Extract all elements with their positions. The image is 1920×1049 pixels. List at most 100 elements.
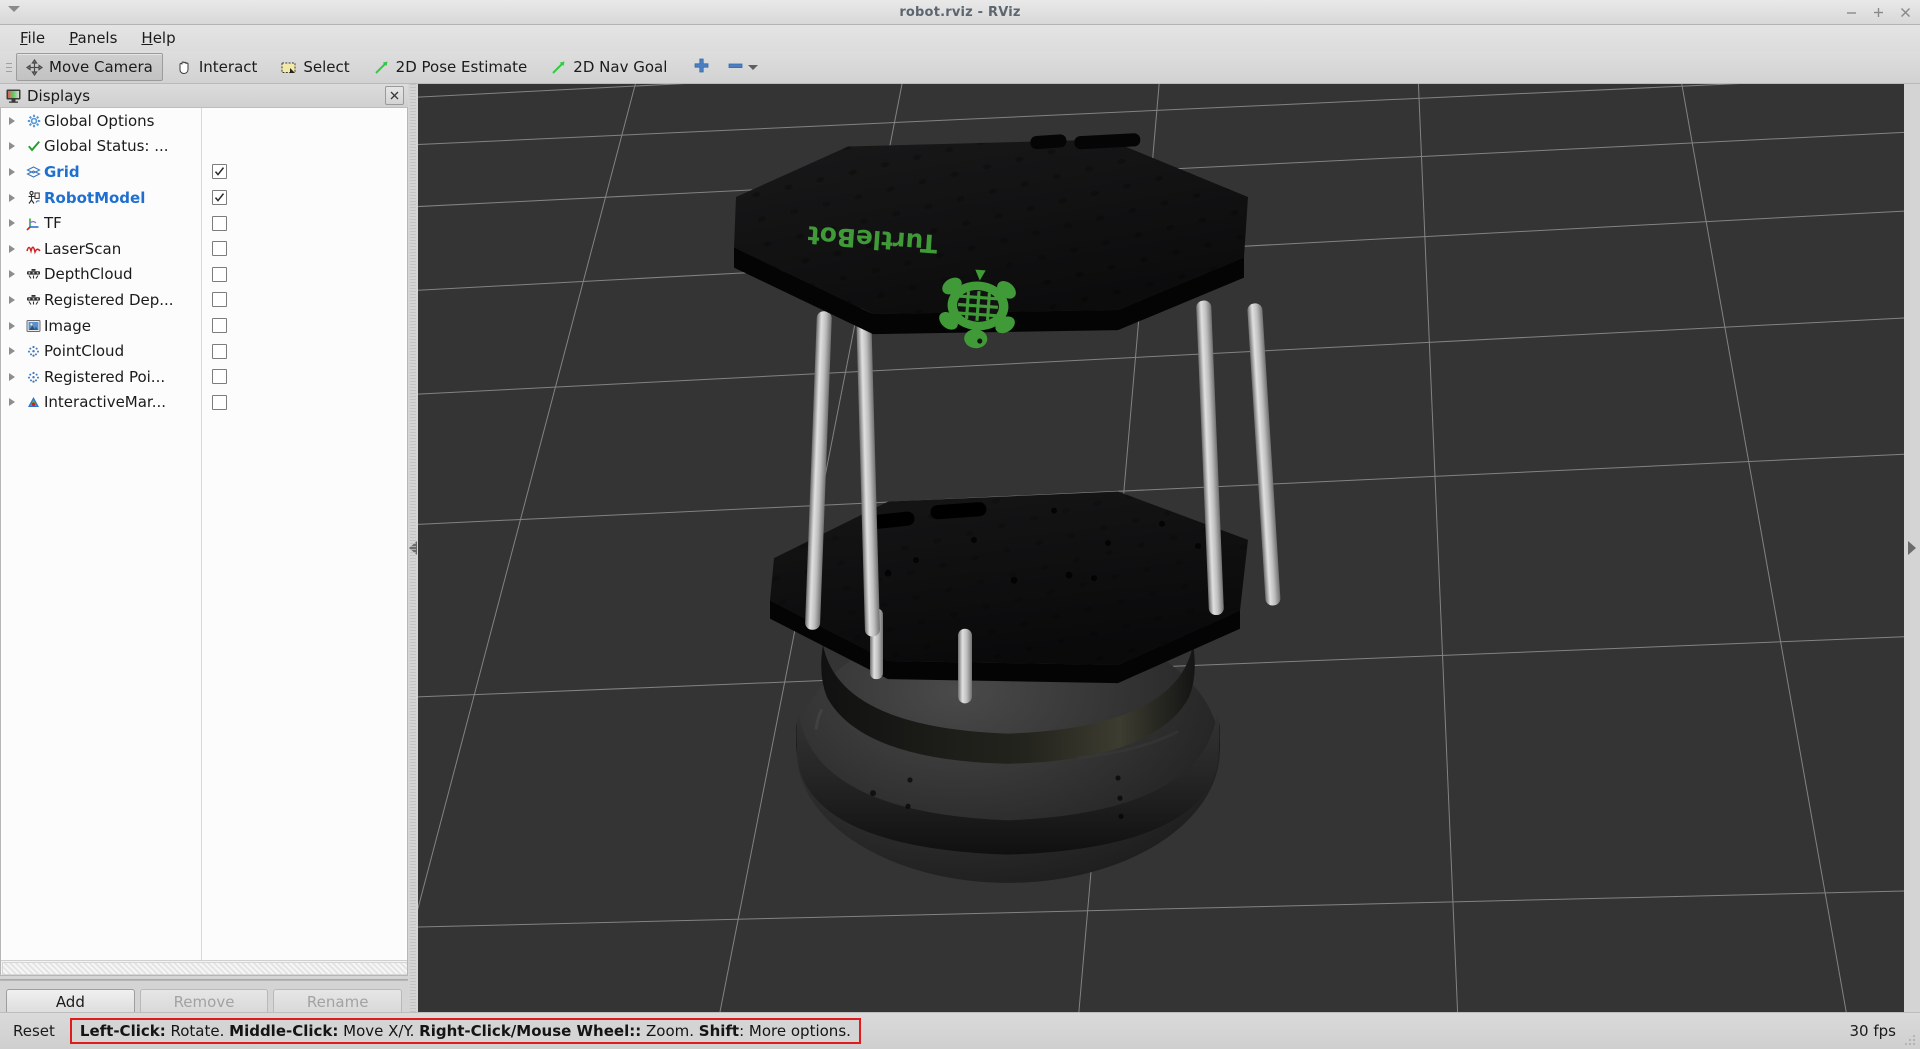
main-area: Displays Global Options Global Status: .… (0, 84, 1920, 1023)
tree-item-pointcloud[interactable]: PointCloud (1, 338, 407, 364)
rviz-window: robot.rviz - RViz File Panels Help Move … (0, 0, 1920, 1049)
tree-item-tf[interactable]: TF (1, 210, 407, 236)
interactive-marker-icon (23, 395, 44, 409)
tree-item-label: Registered Poi... (44, 367, 166, 386)
displays-panel-title: Displays (27, 86, 91, 105)
tree-item-global-options[interactable]: Global Options (1, 108, 407, 134)
plus-icon (693, 57, 710, 78)
hint-shift-label: Shift (698, 1021, 740, 1040)
nav-goal-arrow-icon (550, 59, 567, 76)
scrollbar-thumb[interactable] (2, 962, 407, 975)
checkbox-checked[interactable] (212, 190, 227, 206)
chevron-down-icon[interactable] (748, 64, 759, 70)
expand-right-arrow-icon[interactable] (1908, 541, 1916, 555)
grid-icon (23, 165, 44, 179)
tree-item-image[interactable]: Image (1, 313, 407, 339)
tree-item-label: PointCloud (44, 342, 125, 361)
tool-select[interactable]: Select (270, 53, 359, 81)
tree-item-interactive-markers-checkbox-cell (201, 390, 272, 416)
remove-tool-button[interactable] (723, 54, 762, 80)
mouse-hint-text: Left-Click: Rotate. Middle-Click: Move X… (69, 1017, 861, 1045)
move-camera-icon (26, 58, 43, 76)
checkbox-unchecked[interactable] (212, 369, 227, 385)
hint-left-click-label: Left-Click: (79, 1021, 166, 1040)
tool-move-camera[interactable]: Move Camera (16, 53, 163, 81)
tree-item-robotmodel[interactable]: RobotModel (1, 185, 407, 211)
gear-icon (23, 114, 44, 128)
window-controls (1845, 0, 1912, 24)
expand-arrow-icon[interactable] (1, 219, 23, 228)
expand-arrow-icon[interactable] (1, 167, 23, 176)
displays-dock: Displays Global Options Global Status: .… (0, 84, 408, 1023)
tool-2d-pose-estimate[interactable]: 2D Pose Estimate (363, 53, 538, 81)
tool-interact[interactable]: Interact (166, 53, 268, 81)
menu-file[interactable]: File (10, 26, 55, 50)
menu-help[interactable]: Help (131, 26, 185, 50)
hint-more-options-label: : More options. (739, 1021, 851, 1040)
tree-item-label: TF (44, 214, 62, 233)
tree-item-label: Registered Dep... (44, 290, 174, 309)
checkbox-unchecked[interactable] (212, 241, 227, 257)
depthcloud-icon (23, 268, 44, 280)
expand-arrow-icon[interactable] (1, 142, 23, 151)
add-tool-button[interactable] (689, 54, 714, 80)
close-icon[interactable] (1899, 6, 1912, 19)
interact-hand-icon (176, 59, 193, 76)
displays-panel-header: Displays (0, 84, 408, 108)
right-dock-splitter[interactable] (1904, 84, 1920, 1012)
select-rect-icon (280, 59, 297, 76)
expand-arrow-icon[interactable] (1, 398, 23, 407)
expand-arrow-icon[interactable] (1, 116, 23, 125)
checkmark-icon (23, 139, 44, 153)
hint-move-label: Move X/Y. (338, 1021, 420, 1040)
tree-item-depthcloud[interactable]: DepthCloud (1, 262, 407, 288)
tree-item-registered-depthcloud[interactable]: Registered Dep... (1, 287, 407, 313)
render-canvas[interactable]: TurtleBot (418, 84, 1904, 1012)
tree-item-label: Grid (44, 162, 80, 181)
tool-2d-nav-goal[interactable]: 2D Nav Goal (540, 53, 677, 81)
tree-item-grid-checkbox-cell (201, 159, 272, 185)
expand-arrow-icon[interactable] (1, 295, 23, 304)
tree-item-label: Global Options (44, 111, 155, 130)
tree-item-label: DepthCloud (44, 265, 133, 284)
expand-arrow-icon[interactable] (1, 244, 23, 253)
checkbox-unchecked[interactable] (212, 292, 227, 308)
expand-arrow-icon[interactable] (1, 347, 23, 356)
expand-arrow-icon[interactable] (1, 372, 23, 381)
checkbox-unchecked[interactable] (212, 343, 227, 359)
expand-arrow-icon[interactable] (1, 321, 23, 330)
tree-item-label: InteractiveMar... (44, 393, 167, 412)
expand-arrow-icon[interactable] (1, 270, 23, 279)
tree-item-interactive-markers[interactable]: InteractiveMar... (1, 390, 407, 416)
window-menu-arrow-icon[interactable] (8, 6, 20, 12)
pointcloud-icon (23, 344, 44, 358)
tree-item-label: LaserScan (44, 239, 122, 258)
tree-item-tf-checkbox-cell (201, 210, 272, 236)
displays-tree-horizontal-scrollbar[interactable] (1, 960, 407, 975)
left-dock-splitter[interactable] (408, 84, 418, 1012)
checkbox-unchecked[interactable] (212, 318, 227, 334)
render-viewport-3d[interactable]: TurtleBot (418, 84, 1904, 1012)
minimize-icon[interactable] (1845, 6, 1858, 19)
tree-item-grid[interactable]: Grid (1, 159, 407, 185)
tool-interact-label: Interact (198, 58, 258, 76)
tool-2d-nav-goal-label: 2D Nav Goal (573, 58, 668, 76)
checkbox-unchecked[interactable] (212, 394, 227, 410)
tree-item-laserscan[interactable]: LaserScan (1, 236, 407, 262)
checkbox-unchecked[interactable] (212, 215, 227, 231)
pose-arrow-icon (373, 59, 390, 76)
resize-grip[interactable] (1905, 1034, 1917, 1046)
displays-panel-close-icon[interactable] (385, 86, 404, 105)
menu-panels[interactable]: Panels (59, 26, 127, 50)
expand-arrow-icon[interactable] (1, 193, 23, 202)
tree-item-global-status[interactable]: Global Status: ... (1, 134, 407, 160)
tool-2d-pose-estimate-label: 2D Pose Estimate (395, 58, 528, 76)
checkbox-checked[interactable] (212, 164, 227, 180)
tree-item-label: RobotModel (44, 188, 146, 207)
reset-button[interactable]: Reset (4, 1018, 64, 1044)
checkbox-unchecked[interactable] (212, 266, 227, 282)
tree-item-registered-pointcloud[interactable]: Registered Poi... (1, 364, 407, 390)
tree-item-pointcloud-checkbox-cell (201, 338, 272, 364)
maximize-icon[interactable] (1872, 6, 1885, 19)
toolbar-drag-handle[interactable] (4, 55, 14, 79)
